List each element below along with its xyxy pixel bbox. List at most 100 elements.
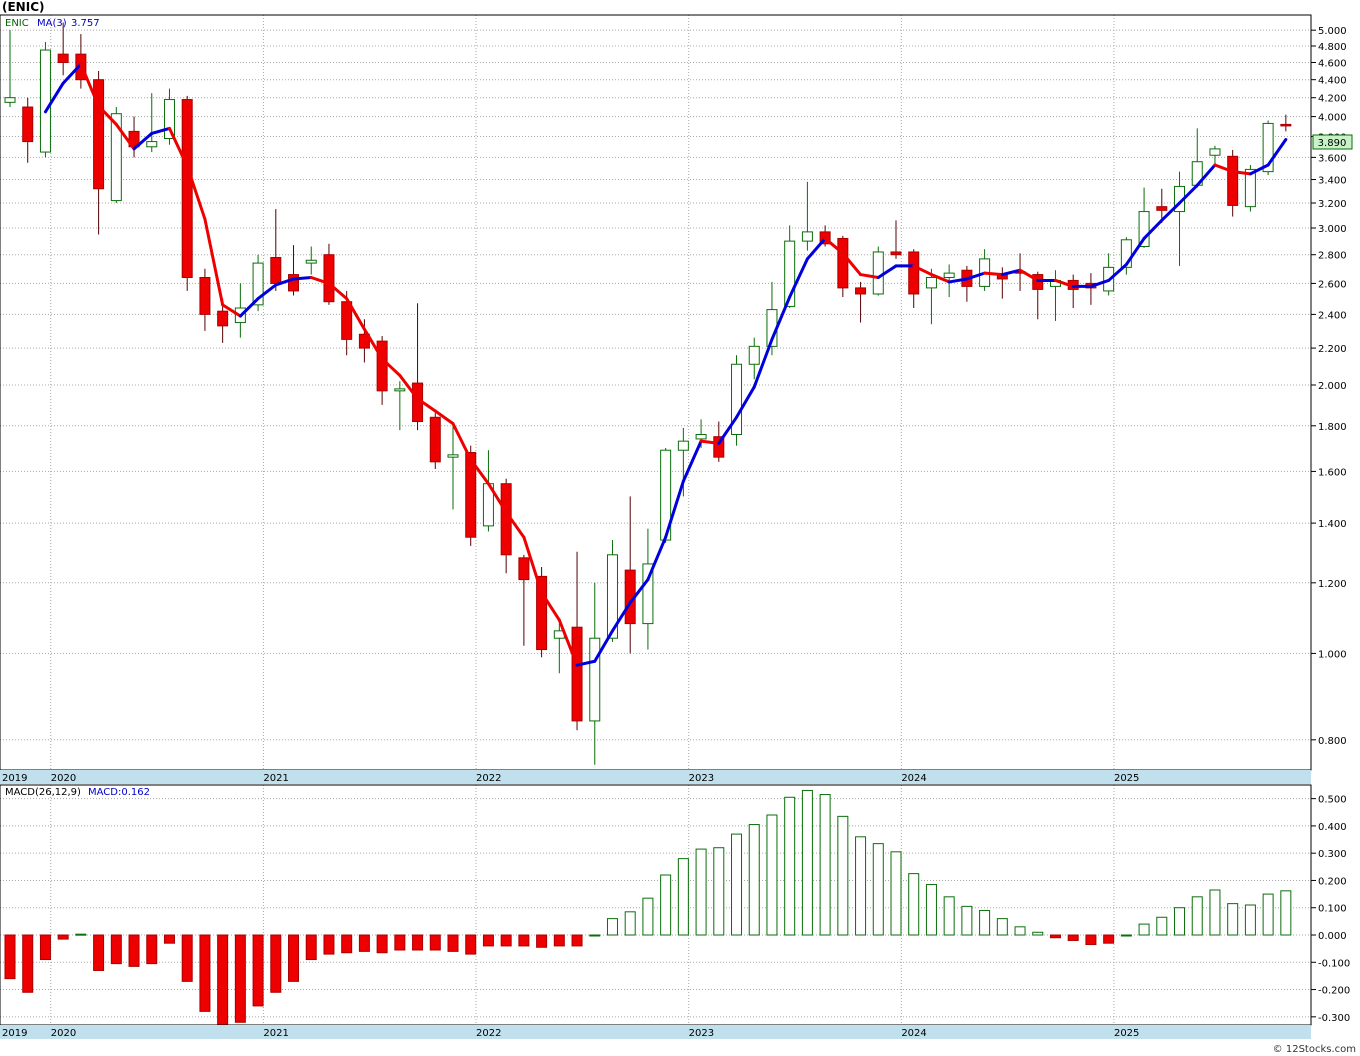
price-y-tick-label: 1.600 — [1318, 467, 1347, 478]
macd-y-tick-label: 0.000 — [1318, 931, 1347, 942]
macd-y-tick-label: -0.100 — [1318, 958, 1350, 969]
stock-chart: 0.800 1.000 1.200 1.400 1.600 1.800 2.000 2.200… — [0, 0, 1360, 1056]
macd-bar-positive — [713, 847, 725, 936]
candle-body — [855, 287, 867, 295]
price-legend-ma-value: 3.757 — [71, 18, 100, 29]
macd-bar-negative — [536, 934, 548, 948]
candle-body — [447, 454, 459, 458]
price-y-tick-label: 5.000 — [1318, 26, 1347, 37]
macd-bar-negative — [1067, 934, 1079, 941]
macd-x-tick-label: 2024 — [901, 1028, 926, 1039]
macd-bar-positive — [996, 918, 1008, 936]
ma-segment — [983, 271, 1004, 277]
macd-bar-negative — [57, 934, 69, 940]
macd-bar-negative — [465, 934, 477, 955]
macd-legend-label: MACD(26,12,9) — [5, 787, 81, 798]
candle-body — [908, 251, 920, 295]
macd-bar-positive — [872, 843, 884, 936]
macd-bar-negative — [128, 934, 140, 967]
candle-up — [731, 355, 743, 446]
macd-bar-negative — [234, 934, 246, 1023]
price-x-tick-label: 2024 — [901, 773, 926, 784]
price-y-tick-label: 1.800 — [1318, 422, 1347, 433]
candle-up — [872, 246, 884, 296]
macd-y-tick-label: 0.200 — [1318, 876, 1347, 887]
last-price-tag: 3.890 — [1312, 134, 1353, 150]
macd-bar-negative — [4, 934, 16, 980]
candle-body — [872, 251, 884, 295]
macd-bar-positive — [606, 918, 618, 936]
macd-bar-negative — [323, 934, 335, 955]
last-price-label: 3.890 — [1318, 138, 1347, 149]
macd-bar-positive — [75, 933, 87, 936]
macd-bar-negative — [163, 934, 175, 944]
candle-up — [39, 41, 51, 158]
price-y-tick-label: 3.400 — [1318, 176, 1347, 187]
price-y-tick-label: 4.800 — [1318, 42, 1347, 53]
macd-bar-negative — [288, 934, 300, 982]
candle-down — [429, 413, 441, 469]
macd-bar-negative — [199, 934, 211, 1012]
macd-bar-positive — [1138, 923, 1150, 936]
macd-bar-negative — [110, 934, 122, 965]
price-y-tick-label: 4.600 — [1318, 58, 1347, 69]
macd-bar-negative — [412, 934, 424, 951]
price-y-tick-label: 2.000 — [1318, 381, 1347, 392]
macd-x-tick-label: 2023 — [689, 1028, 714, 1039]
price-y-tick-label: 1.200 — [1318, 579, 1347, 590]
macd-y-tick-label: 0.500 — [1318, 795, 1347, 806]
watermark: © 12Stocks.com — [1273, 1044, 1356, 1055]
candle-body — [925, 276, 937, 289]
price-y-tick-label: 1.400 — [1318, 519, 1347, 530]
candle-body — [181, 99, 193, 278]
candle-body — [571, 626, 583, 722]
macd-bar-negative — [1049, 934, 1061, 939]
macd-bar-negative — [518, 934, 530, 947]
candle-body — [837, 237, 849, 289]
macd-bar-positive — [695, 848, 707, 936]
macd-bar-negative — [553, 934, 565, 947]
macd-bar-negative — [22, 934, 34, 993]
macd-bar-negative — [217, 934, 229, 1026]
macd-bar-positive — [748, 824, 760, 936]
price-y-tick-label: 4.400 — [1318, 76, 1347, 87]
macd-bar-negative — [1103, 934, 1115, 944]
candle-down — [181, 95, 193, 291]
macd-x-tick-label: 2021 — [263, 1028, 288, 1039]
macd-bar-negative — [429, 934, 441, 951]
price-y-tick-label: 1.000 — [1318, 649, 1347, 660]
candle-body — [323, 254, 335, 303]
macd-bar-negative — [93, 934, 105, 971]
candle-body — [39, 49, 51, 153]
candle-body — [305, 259, 317, 264]
price-y-tick-label: 0.800 — [1318, 736, 1347, 747]
macd-legend-value: MACD:0.162 — [88, 787, 150, 798]
candle-down — [837, 235, 849, 298]
price-y-tick-label: 2.800 — [1318, 251, 1347, 262]
candle-body — [518, 557, 530, 581]
macd-bar-negative — [500, 934, 512, 947]
macd-bar-positive — [1227, 903, 1239, 936]
macd-x-tick-label: 2020 — [51, 1028, 76, 1039]
candle-body — [288, 274, 300, 292]
macd-bar-negative — [146, 934, 158, 965]
price-y-tick-label: 3.600 — [1318, 153, 1347, 164]
macd-bar-positive — [1120, 934, 1132, 937]
price-y-tick-label: 4.200 — [1318, 94, 1347, 105]
macd-bar-negative — [39, 934, 51, 961]
macd-bar-negative — [1085, 934, 1097, 946]
macd-x-tick-label: 2019 — [2, 1028, 27, 1039]
price-x-tick-label: 2021 — [263, 773, 288, 784]
candle-body — [589, 637, 601, 722]
macd-bar-positive — [979, 909, 991, 936]
price-x-tick-label: 2025 — [1114, 773, 1139, 784]
macd-bar-positive — [1244, 904, 1256, 936]
macd-bar-positive — [1191, 896, 1203, 936]
candle-body — [536, 575, 548, 651]
macd-bar-negative — [394, 934, 406, 951]
macd-x-tick-label: 2022 — [476, 1028, 501, 1039]
price-legend-symbol: ENIC — [5, 18, 29, 29]
candle-body — [199, 276, 211, 315]
macd-bar-positive — [1262, 893, 1274, 936]
candle-body — [270, 256, 282, 284]
